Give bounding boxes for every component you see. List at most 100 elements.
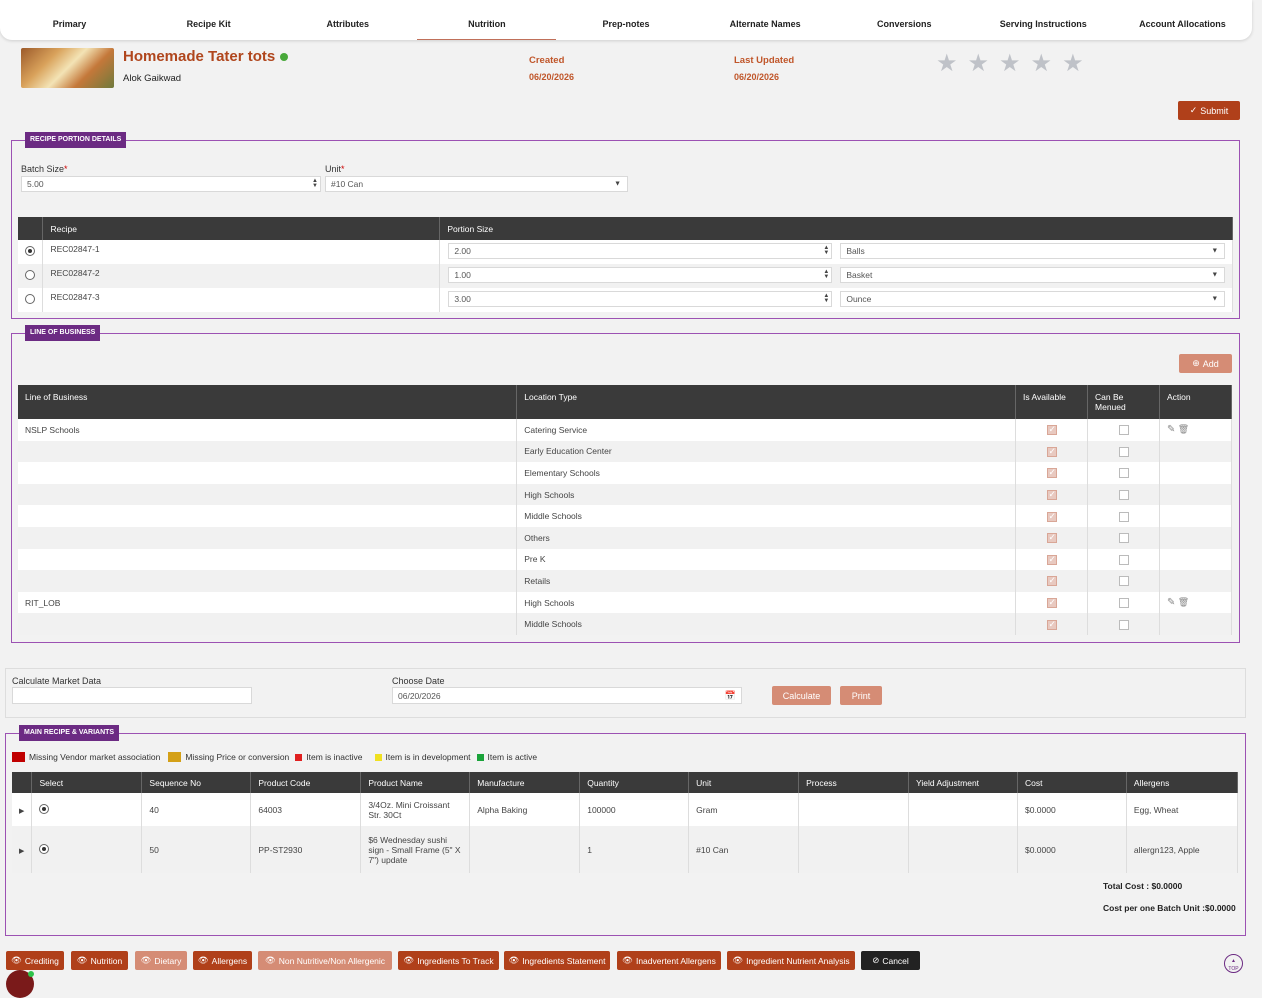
row-radio[interactable]: [25, 270, 36, 280]
expand-header: [12, 772, 33, 793]
recipe-title: Homemade Tater tots: [123, 48, 276, 65]
tab-serving-instructions[interactable]: Serving Instructions: [974, 0, 1113, 40]
can-be-menued-cell: [1087, 526, 1160, 549]
is-available-checkbox[interactable]: [1046, 575, 1057, 587]
calculate-button[interactable]: Calculate: [772, 686, 831, 705]
tab-nutrition[interactable]: Nutrition: [417, 0, 557, 40]
portion-unit-select[interactable]: Basket ▼: [840, 267, 1226, 283]
portion-size-input[interactable]: 1.00 ▲ ▼: [448, 267, 833, 283]
star-icon[interactable]: ★: [999, 52, 1021, 76]
expand-cell: ▶: [12, 793, 33, 826]
top-label: TOP: [1228, 966, 1239, 972]
calc-market-label: Calculate Market Data: [12, 676, 102, 686]
tab-primary[interactable]: Primary: [0, 0, 139, 40]
is-available-checkbox[interactable]: [1046, 619, 1057, 630]
bottom-button-inadvertent-allergens[interactable]: 👁 Inadvertent Allergens: [617, 951, 721, 970]
edit-icon[interactable]: ✎: [1167, 597, 1175, 608]
portion-row: REC02847-2 1.00 ▲ ▼ Basket ▼: [18, 264, 1233, 288]
is-available-checkbox[interactable]: [1046, 554, 1057, 565]
can-be-menued-checkbox[interactable]: [1118, 446, 1129, 457]
bottom-button-ingredient-nutrient-analysis[interactable]: 👁 Ingredient Nutrient Analysis: [727, 951, 855, 970]
spinner-icon[interactable]: ▲ ▼: [823, 245, 829, 256]
cancel-button[interactable]: ⊘ Cancel: [861, 951, 920, 970]
expand-triangle-icon[interactable]: ▶: [19, 848, 24, 855]
row-select-cell: [18, 240, 44, 264]
bottom-button-dietary[interactable]: 👁 Dietary: [135, 951, 187, 970]
is-available-cell: [1015, 526, 1089, 549]
eye-icon: 👁: [622, 955, 633, 965]
add-button[interactable]: ⊕ Add: [1179, 354, 1232, 373]
batch-size-label: Batch Size*: [21, 164, 68, 174]
row-radio[interactable]: [25, 294, 36, 304]
trash-icon[interactable]: 🗑: [1178, 424, 1189, 434]
row-radio[interactable]: [25, 246, 36, 256]
tab-conversions[interactable]: Conversions: [835, 0, 974, 40]
can-be-menued-checkbox[interactable]: [1118, 554, 1129, 565]
is-available-checkbox[interactable]: [1046, 446, 1057, 457]
calendar-icon[interactable]: 📅: [725, 690, 736, 701]
bottom-button-ingredients-statement[interactable]: 👁 Ingredients Statement: [504, 951, 610, 970]
variants-col-header: Manufacture: [469, 772, 581, 793]
calc-market-input[interactable]: [12, 687, 252, 704]
variant-radio[interactable]: [39, 803, 50, 814]
lob-name: NSLP Schools: [18, 419, 518, 441]
scroll-top-button[interactable]: ▲ TOP: [1224, 954, 1243, 973]
can-be-menued-checkbox[interactable]: [1118, 489, 1129, 500]
can-be-menued-cell: [1087, 483, 1160, 506]
portion-unit-select[interactable]: Ounce ▼: [840, 291, 1226, 307]
star-icon[interactable]: ★: [1062, 52, 1084, 76]
tab-attributes[interactable]: Attributes: [278, 0, 417, 40]
spinner-icon[interactable]: ▲ ▼: [312, 178, 318, 189]
bottom-button-label: Ingredient Nutrient Analysis: [746, 955, 850, 966]
is-available-checkbox[interactable]: [1046, 532, 1057, 544]
is-available-cell: [1015, 591, 1089, 614]
tab-alternate-names[interactable]: Alternate Names: [696, 0, 835, 40]
trash-icon[interactable]: 🗑: [1178, 597, 1189, 607]
can-be-menued-checkbox[interactable]: [1118, 619, 1129, 630]
bottom-button-ingredients-to-track[interactable]: 👁 Ingredients To Track: [398, 951, 499, 970]
batch-size-input[interactable]: 5.00 ▲ ▼: [21, 176, 321, 192]
lob-name: [18, 613, 518, 635]
date-input[interactable]: 06/20/2026 📅: [392, 687, 742, 704]
is-available-checkbox[interactable]: [1046, 467, 1057, 479]
bottom-button-non-nutritive-non-allergenic[interactable]: 👁 Non Nutritive/Non Allergenic: [258, 951, 392, 970]
tab-account-allocations[interactable]: Account Allocations: [1113, 0, 1252, 40]
can-be-menued-checkbox[interactable]: [1118, 576, 1129, 587]
can-be-menued-checkbox[interactable]: [1118, 425, 1129, 436]
star-icon[interactable]: ★: [968, 52, 990, 76]
location-type: Pre K: [516, 548, 1017, 571]
can-be-menued-checkbox[interactable]: [1118, 533, 1129, 544]
portion-unit-value: Ounce: [846, 294, 872, 304]
submit-button[interactable]: ✓ Submit: [1178, 101, 1240, 120]
expand-triangle-icon[interactable]: ▶: [19, 808, 24, 815]
lob-section-title: LINE OF BUSINESS: [25, 325, 101, 341]
unit-select[interactable]: #10 Can ▼: [325, 176, 628, 192]
tab-prep-notes[interactable]: Prep-notes: [556, 0, 695, 40]
bottom-button-crediting[interactable]: 👁 Crediting: [6, 951, 64, 970]
action-cell: ✎ 🗑: [1159, 419, 1232, 441]
can-be-menued-checkbox[interactable]: [1118, 511, 1129, 522]
star-icon[interactable]: ★: [936, 52, 958, 76]
cancel-label: Cancel: [882, 955, 909, 966]
is-available-checkbox[interactable]: [1046, 511, 1057, 522]
spinner-icon[interactable]: ▲ ▼: [823, 293, 829, 304]
star-icon[interactable]: ★: [1031, 52, 1053, 76]
legend-label: Item is active: [487, 752, 538, 762]
bottom-button-nutrition[interactable]: 👁 Nutrition: [71, 951, 128, 970]
edit-icon[interactable]: ✎: [1167, 424, 1175, 435]
is-available-checkbox[interactable]: [1046, 424, 1057, 436]
portion-size-input[interactable]: 3.00 ▲ ▼: [448, 291, 833, 307]
can-be-menued-checkbox[interactable]: [1118, 468, 1129, 479]
portion-size-input[interactable]: 2.00 ▲ ▼: [448, 243, 833, 259]
is-available-cell: [1015, 613, 1089, 635]
variant-radio[interactable]: [39, 843, 50, 854]
portion-unit-select[interactable]: Balls ▼: [840, 243, 1226, 259]
tab-recipe-kit[interactable]: Recipe Kit: [139, 0, 278, 40]
can-be-menued-checkbox[interactable]: [1118, 597, 1129, 608]
spinner-icon[interactable]: ▲ ▼: [823, 269, 829, 280]
allergens: Egg, Wheat: [1126, 793, 1239, 826]
print-button[interactable]: Print: [840, 686, 882, 705]
is-available-checkbox[interactable]: [1046, 489, 1057, 500]
bottom-button-allergens[interactable]: 👁 Allergens: [193, 951, 252, 970]
is-available-checkbox[interactable]: [1046, 597, 1057, 608]
